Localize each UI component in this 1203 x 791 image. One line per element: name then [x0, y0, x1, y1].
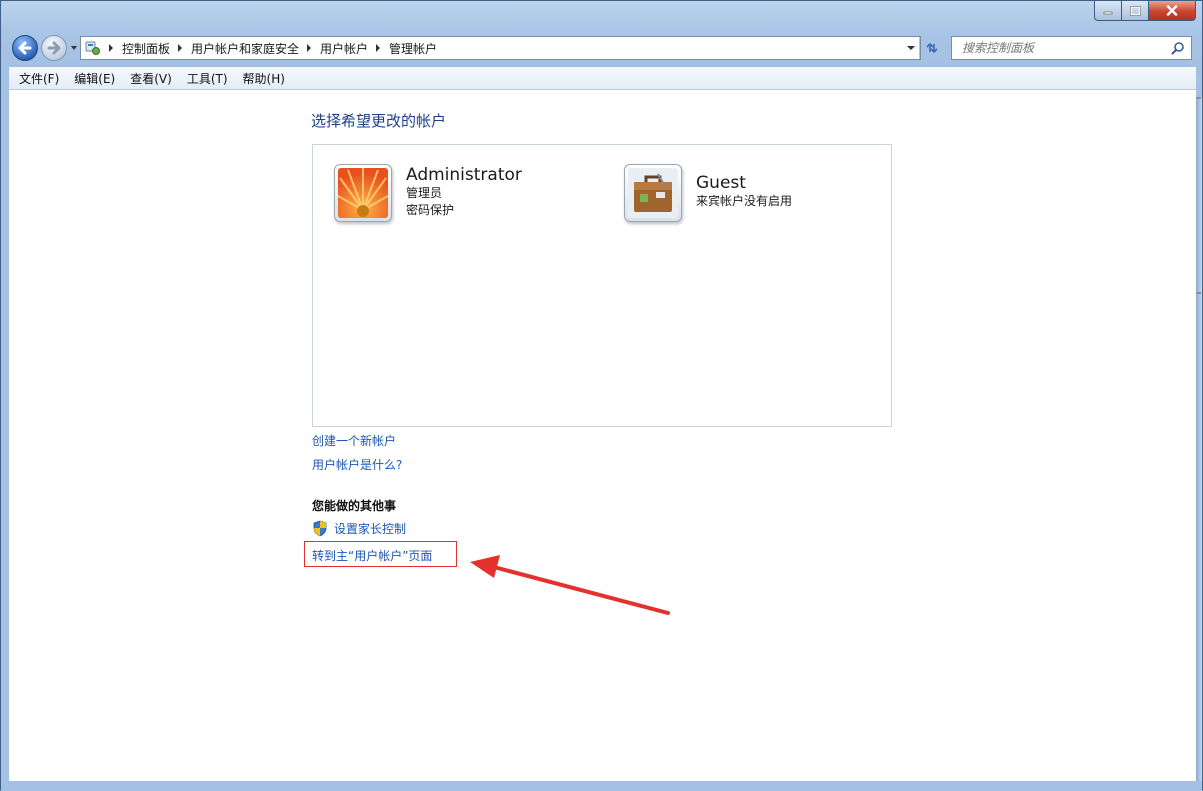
minimize-button[interactable]: [1094, 1, 1121, 21]
search-input[interactable]: [960, 40, 1171, 56]
explorer-window: 控制面板 用户帐户和家庭安全 用户帐户 管理帐户 文件(F): [0, 0, 1203, 791]
caption-buttons: [1094, 1, 1196, 21]
breadcrumb-separator-icon[interactable]: [109, 44, 113, 52]
close-button[interactable]: [1148, 1, 1196, 21]
flower-icon: [338, 168, 388, 218]
close-icon: [1166, 5, 1178, 16]
minimize-icon: [1103, 11, 1113, 14]
forward-arrow-icon: [47, 41, 61, 55]
breadcrumb-separator-icon[interactable]: [178, 44, 183, 52]
menu-file[interactable]: 文件(F): [14, 70, 64, 87]
back-arrow-icon: [18, 41, 32, 55]
account-name: Administrator: [406, 165, 522, 185]
accounts-panel: Administrator 管理员 密码保护 Guest 来宾帐户没有启用: [312, 144, 892, 427]
edge-mark: [1196, 292, 1201, 294]
other-tasks-heading: 您能做的其他事: [312, 499, 397, 513]
maximize-icon: [1129, 5, 1141, 16]
account-status: 来宾帐户没有启用: [696, 194, 793, 208]
content-pane: 选择希望更改的帐户 Administrator 管理员 密码保护 Guest 来…: [9, 90, 1196, 781]
recent-pages-dropdown-icon[interactable]: [69, 43, 79, 53]
window-right-edge: [1196, 97, 1202, 785]
account-picture: [334, 164, 392, 222]
control-panel-icon: [85, 41, 100, 55]
menu-view[interactable]: 查看(V): [125, 70, 177, 87]
parental-controls-label: 设置家长控制: [334, 522, 407, 536]
address-bar[interactable]: 控制面板 用户帐户和家庭安全 用户帐户 管理帐户: [80, 36, 938, 60]
breadcrumb-separator-icon[interactable]: [376, 44, 381, 52]
page-title: 选择希望更改的帐户: [311, 112, 447, 130]
navigation-bar: 控制面板 用户帐户和家庭安全 用户帐户 管理帐户: [1, 31, 1202, 63]
maximize-button[interactable]: [1121, 1, 1148, 21]
refresh-icon: [926, 42, 938, 54]
menu-bar: 文件(F) 编辑(E) 查看(V) 工具(T) 帮助(H): [9, 67, 1196, 90]
account-tile-guest[interactable]: Guest 来宾帐户没有启用: [624, 164, 792, 222]
parental-controls-link[interactable]: 设置家长控制: [312, 520, 406, 537]
menu-edit[interactable]: 编辑(E): [69, 70, 120, 87]
annotation-highlight-box: [304, 541, 457, 567]
menu-tools[interactable]: 工具(T): [182, 70, 233, 87]
edge-mark: [1196, 97, 1201, 99]
create-account-link[interactable]: 创建一个新帐户: [312, 432, 396, 449]
account-type: 管理员: [406, 186, 443, 200]
breadcrumb-manage-accounts[interactable]: 管理帐户: [389, 40, 437, 57]
forward-button[interactable]: [41, 35, 67, 61]
breadcrumb-control-panel[interactable]: 控制面板: [122, 40, 170, 57]
search-box[interactable]: [951, 36, 1192, 60]
uac-shield-icon: [313, 520, 327, 537]
account-name: Guest: [696, 173, 746, 193]
address-history-dropdown[interactable]: [902, 37, 920, 59]
account-picture: [624, 164, 682, 222]
menu-help[interactable]: 帮助(H): [238, 70, 290, 87]
breadcrumb-user-accounts[interactable]: 用户帐户: [320, 40, 368, 57]
refresh-button[interactable]: [919, 37, 944, 59]
what-is-account-link[interactable]: 用户帐户是什么?: [312, 456, 402, 473]
breadcrumb-separator-icon[interactable]: [307, 44, 312, 52]
account-password-status: 密码保护: [406, 203, 455, 217]
search-icon[interactable]: [1171, 41, 1185, 55]
suitcase-icon: [628, 168, 678, 218]
account-tile-administrator[interactable]: Administrator 管理员 密码保护: [334, 164, 522, 222]
back-button[interactable]: [12, 35, 38, 61]
breadcrumb-user-accounts-family-safety[interactable]: 用户帐户和家庭安全: [191, 40, 299, 57]
